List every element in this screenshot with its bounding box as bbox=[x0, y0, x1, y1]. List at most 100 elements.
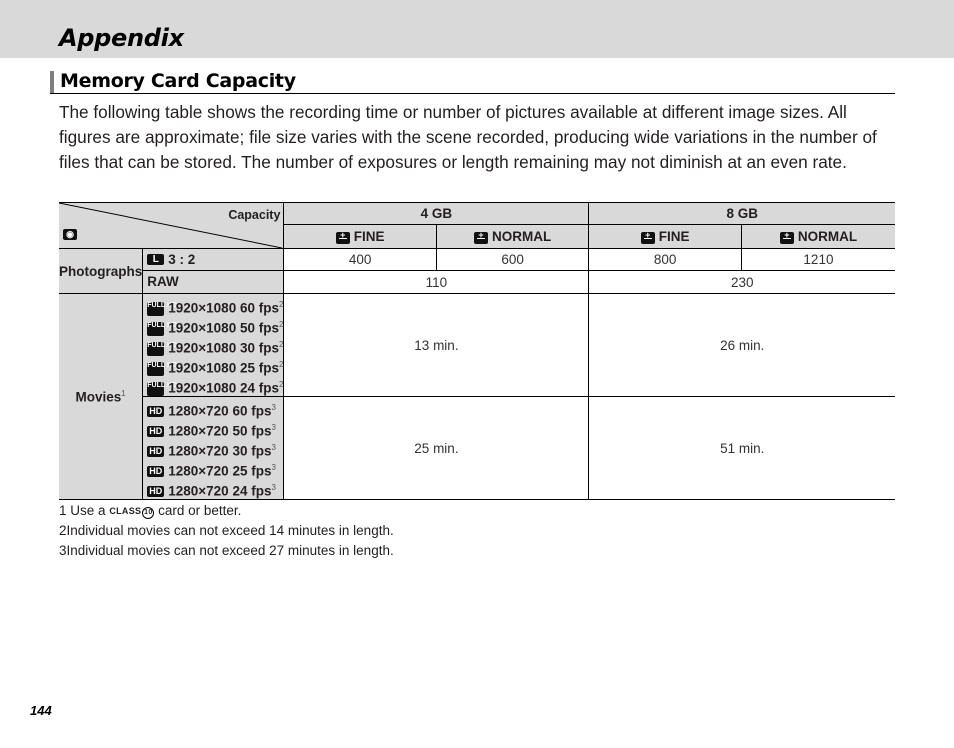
movie-mode-item: HD 1280×720 60 fps3 bbox=[143, 398, 283, 419]
hd-icon: HD bbox=[147, 406, 165, 418]
movies-label-text: Movies bbox=[75, 389, 122, 405]
value-cell: 800 bbox=[588, 248, 742, 271]
footnote-ref: 3 bbox=[271, 423, 276, 432]
value-cell: 25 min. bbox=[283, 396, 590, 500]
full-hd-icon: FULL HD bbox=[147, 301, 177, 316]
footnote-2: 2Individual movies can not exceed 14 min… bbox=[59, 521, 394, 541]
footnote-text: card or better. bbox=[158, 503, 242, 518]
quality-label: FINE bbox=[658, 229, 690, 245]
footnote-text: Individual movies can not exceed 27 minu… bbox=[66, 543, 394, 558]
footnote-text: Individual movies can not exceed 14 minu… bbox=[66, 523, 394, 538]
quality-header: NORMAL bbox=[740, 224, 895, 249]
quality-label: FINE bbox=[353, 229, 385, 245]
movie-mode-item: HD 1280×720 50 fps3 bbox=[143, 418, 283, 439]
shooting-mode-icon: ◉ bbox=[63, 229, 77, 240]
value-cell: 110 bbox=[283, 270, 590, 294]
footnote-number: 2 bbox=[59, 523, 67, 538]
footnote-ref: 2 bbox=[278, 360, 284, 369]
class-label: CLASS bbox=[109, 506, 142, 516]
footnote-3: 3Individual movies can not exceed 27 min… bbox=[59, 541, 394, 561]
footnote-ref: 2 bbox=[278, 300, 284, 309]
movie-mode-item: FULL HD1920×1080 24 fps2 bbox=[143, 375, 284, 396]
movie-mode-label: 1920×1080 50 fps bbox=[168, 320, 279, 336]
section-title: Memory Card Capacity bbox=[60, 70, 296, 92]
image-quality-icon bbox=[335, 230, 350, 244]
value-cell: 600 bbox=[435, 248, 590, 271]
footnote-ref: 2 bbox=[278, 380, 284, 389]
page-title: Appendix bbox=[59, 24, 184, 52]
quality-header: FINE bbox=[588, 224, 742, 249]
quality-header: NORMAL bbox=[435, 224, 590, 249]
footnote-1: 1 Use a CLASS 10 card or better. bbox=[59, 501, 394, 521]
hd-icon: HD bbox=[147, 446, 165, 458]
table-row: RAW 110 230 bbox=[59, 270, 895, 294]
footnote-ref: 1 bbox=[121, 388, 126, 398]
movie-mode-item: FULL HD1920×1080 50 fps2 bbox=[143, 315, 284, 336]
hd-icon: HD bbox=[147, 486, 165, 498]
section-heading: Memory Card Capacity bbox=[50, 70, 895, 94]
value-cell: 230 bbox=[588, 270, 895, 294]
value-cell: 13 min. bbox=[283, 293, 590, 397]
full-hd-icon: FULL HD bbox=[147, 341, 177, 356]
quality-label: NORMAL bbox=[797, 229, 858, 245]
footnotes: 1 Use a CLASS 10 card or better. 2Individ… bbox=[59, 501, 394, 561]
capacity-table: Capacity ◉ 4 GB 8 GB FINE NORMAL FINE NO… bbox=[59, 201, 895, 500]
value-cell: 26 min. bbox=[588, 293, 895, 397]
intro-paragraph: The following table shows the recording … bbox=[59, 102, 877, 172]
movie-mode-label: 1280×720 50 fps bbox=[168, 423, 272, 439]
capacity-label: Capacity bbox=[228, 208, 281, 222]
image-quality-icon bbox=[779, 230, 794, 244]
table-row: Movies1 FULL HD1920×1080 60 fps2 FULL HD1… bbox=[59, 293, 895, 500]
table-row: HD 1280×720 60 fps3 HD 1280×720 50 fps3 HD 12… bbox=[59, 396, 895, 500]
image-quality-icon bbox=[640, 230, 655, 244]
table-corner-cell: Capacity ◉ bbox=[59, 202, 285, 249]
footnote-ref: 3 bbox=[271, 483, 276, 492]
class-number: 10 bbox=[142, 507, 155, 519]
footnote-ref: 2 bbox=[278, 340, 284, 349]
movie-mode-label: 1920×1080 60 fps bbox=[168, 300, 279, 316]
footnote-ref: 3 bbox=[271, 403, 276, 412]
value-cell: 1210 bbox=[740, 248, 895, 271]
row-label-raw: RAW bbox=[142, 270, 285, 294]
full-hd-icon: FULL HD bbox=[147, 381, 177, 396]
movie-mode-item: FULL HD1920×1080 60 fps2 bbox=[143, 295, 284, 316]
movie-mode-item: HD 1280×720 30 fps3 bbox=[143, 438, 283, 459]
footnote-text: Use a bbox=[70, 503, 106, 518]
capacity-header-8gb: 8 GB bbox=[588, 201, 895, 226]
movie-mode-item: HD 1280×720 24 fps3 bbox=[143, 478, 283, 499]
table-row: Photographs L3 : 2 400 600 800 1210 bbox=[59, 248, 895, 294]
footnote-ref: 2 bbox=[278, 320, 284, 329]
class-10-icon: CLASS 10 bbox=[109, 501, 155, 521]
movie-mode-item: FULL HD1920×1080 30 fps2 bbox=[143, 335, 284, 356]
movie-mode-label: 1280×720 24 fps bbox=[168, 483, 272, 499]
full-hd-icon: FULL HD bbox=[147, 321, 177, 336]
footnote-ref: 3 bbox=[271, 463, 276, 472]
capacity-header-4gb: 4 GB bbox=[283, 201, 590, 226]
hd-icon: HD bbox=[147, 426, 165, 438]
full-hd-modes: FULL HD1920×1080 60 fps2 FULL HD1920×1080… bbox=[142, 293, 285, 397]
quality-header: FINE bbox=[283, 224, 437, 249]
photographs-label: Photographs bbox=[59, 248, 144, 294]
movie-mode-label: 1280×720 60 fps bbox=[168, 403, 272, 419]
footnote-ref: 3 bbox=[271, 443, 276, 452]
footnote-number: 3 bbox=[59, 543, 67, 558]
value-cell: 51 min. bbox=[588, 396, 895, 500]
raw-label: RAW bbox=[147, 274, 179, 289]
movie-mode-item: FULL HD1920×1080 25 fps2 bbox=[143, 355, 284, 376]
footnote-number: 1 bbox=[59, 503, 67, 518]
full-hd-icon: FULL HD bbox=[147, 361, 177, 376]
movie-mode-label: 1280×720 30 fps bbox=[168, 443, 272, 459]
movie-mode-label: 1280×720 25 fps bbox=[168, 463, 272, 479]
hd-modes: HD 1280×720 60 fps3 HD 1280×720 50 fps3 HD 12… bbox=[142, 396, 285, 500]
page-number: 144 bbox=[30, 703, 52, 718]
movie-mode-label: 1920×1080 30 fps bbox=[168, 340, 279, 356]
movie-mode-item: HD 1280×720 25 fps3 bbox=[143, 458, 283, 479]
quality-label: NORMAL bbox=[492, 229, 552, 245]
movie-mode-label: 1920×1080 25 fps bbox=[168, 360, 279, 376]
value-cell: 400 bbox=[283, 248, 437, 271]
movies-label: Movies1 bbox=[59, 293, 144, 500]
size-label: 3 : 2 bbox=[168, 251, 196, 267]
movie-mode-label: 1920×1080 24 fps bbox=[168, 380, 279, 396]
row-label-3-2: L3 : 2 bbox=[142, 248, 285, 271]
section-marker bbox=[50, 71, 54, 93]
